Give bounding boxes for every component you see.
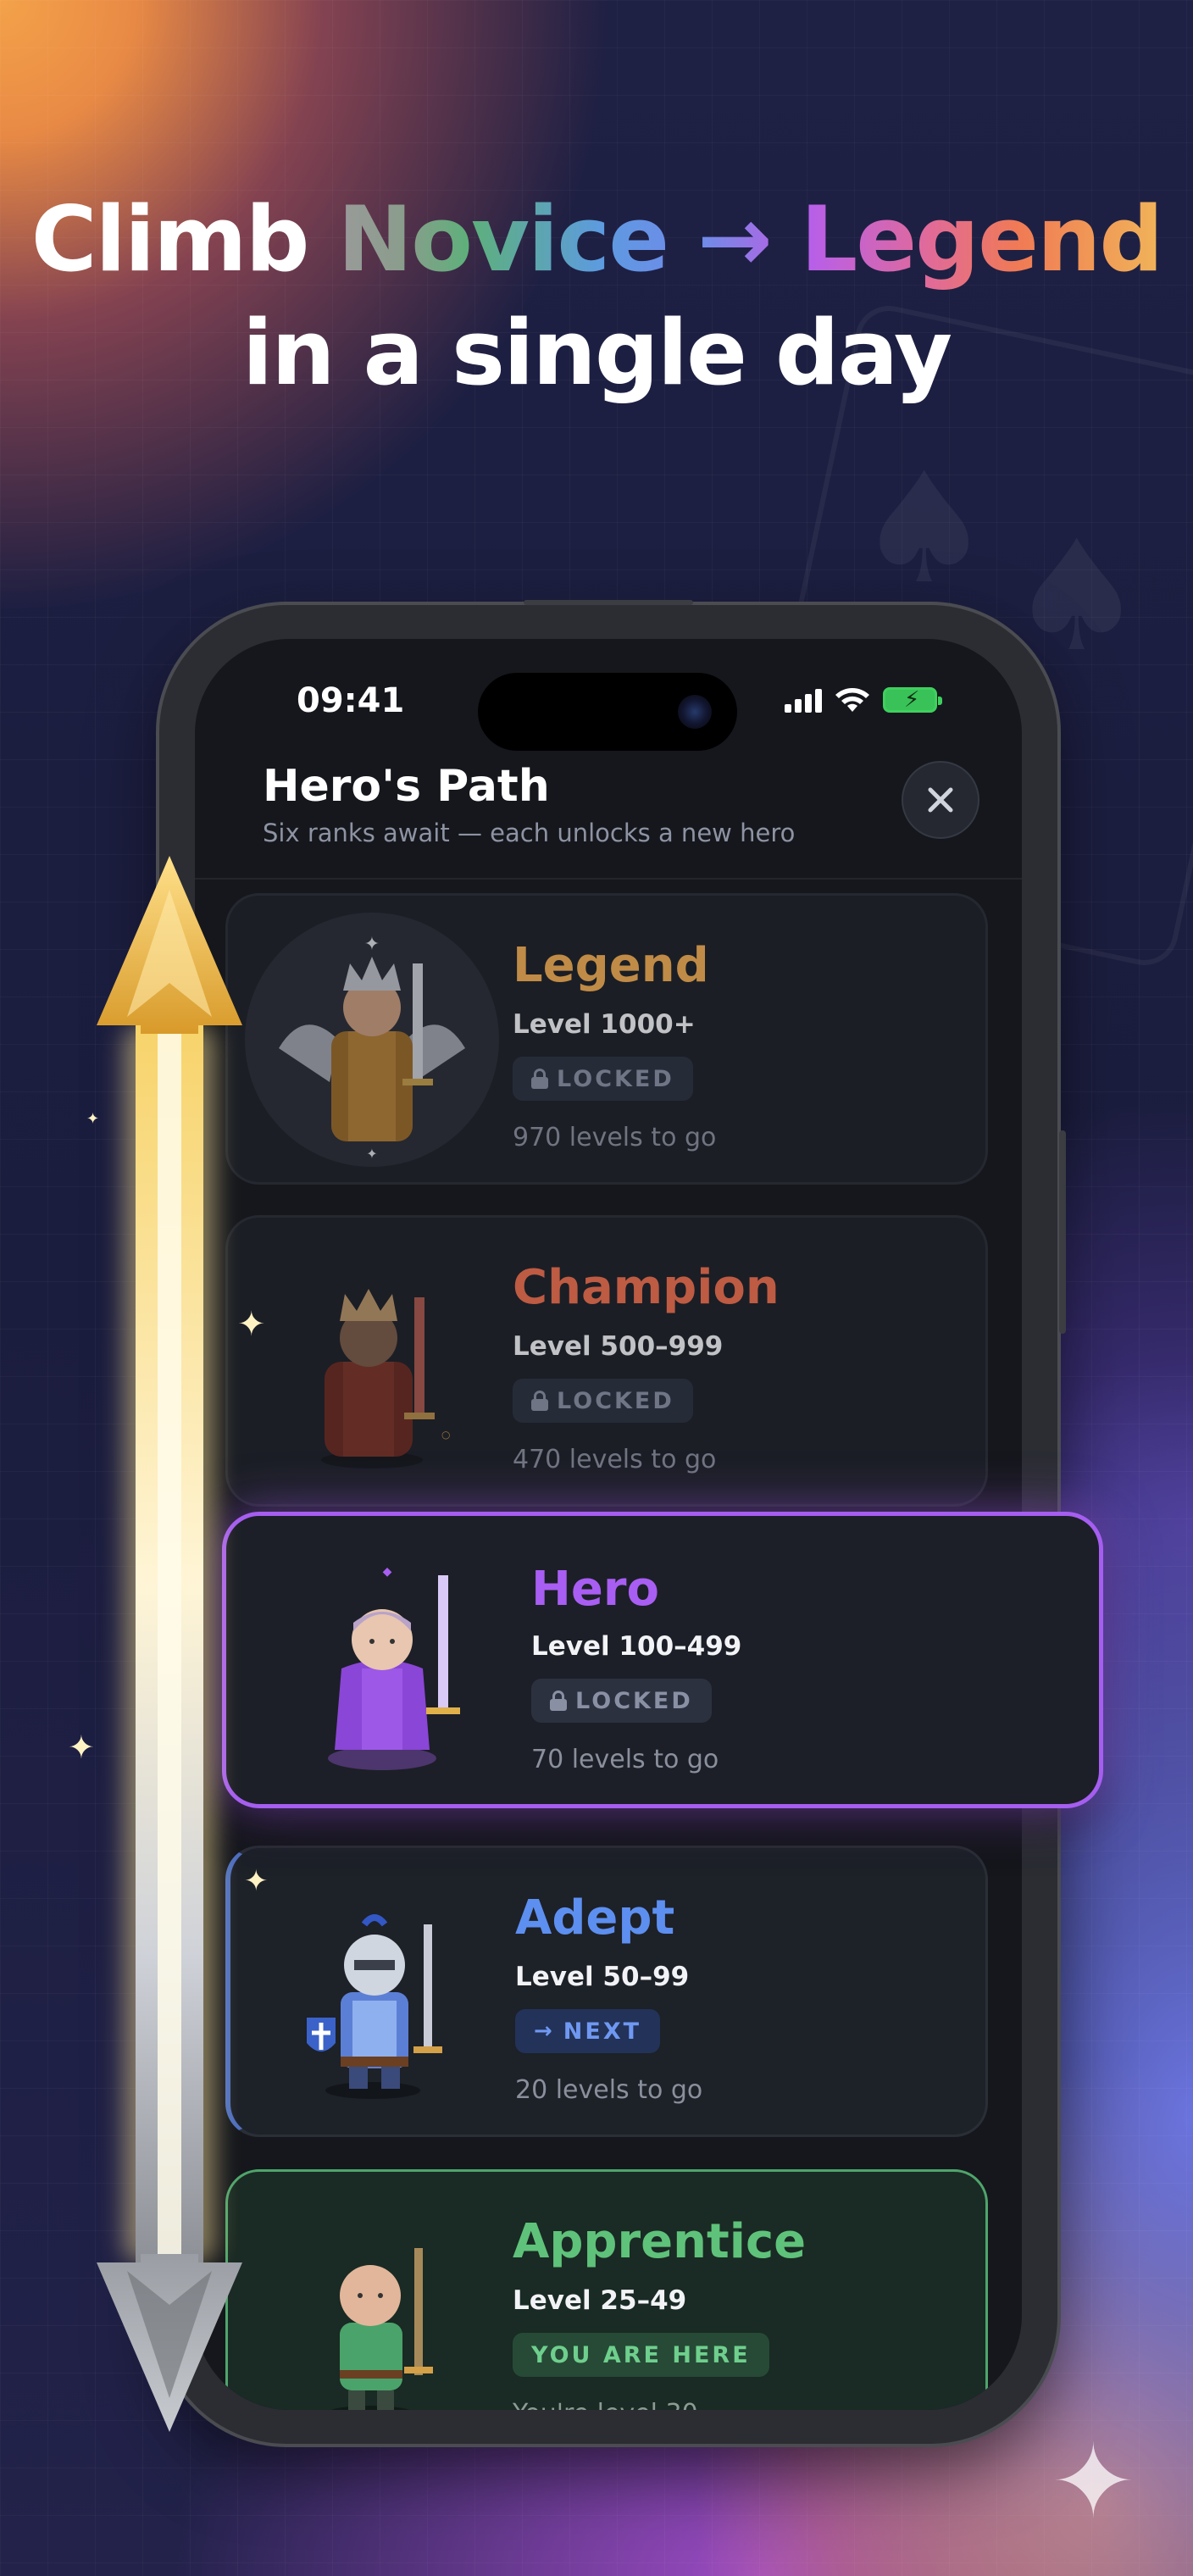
rank-card-champion[interactable]: ○ Champion Level 500–999 LOCKED 470 leve… bbox=[225, 1215, 988, 1507]
rank-name-apprentice: Apprentice bbox=[513, 2214, 807, 2269]
headline-line2: in a single day bbox=[241, 301, 952, 405]
rank-range-champion: Level 500–999 bbox=[513, 1331, 724, 1362]
levels-to-go-adept: 20 levels to go bbox=[515, 2075, 703, 2105]
rank-range-adept: Level 50–99 bbox=[515, 1962, 690, 1992]
levels-to-go-champion: 470 levels to go bbox=[513, 1445, 717, 1474]
phone-top-edge bbox=[524, 600, 693, 605]
battery-icon: ⚡ bbox=[883, 687, 942, 713]
adept-knight-avatar-icon bbox=[290, 1890, 476, 2111]
status-badge-legend: LOCKED bbox=[513, 1057, 693, 1101]
sparkle-icon: ✦ bbox=[86, 1110, 100, 1128]
rank-name-champion: Champion bbox=[513, 1260, 780, 1315]
hero-avatar-icon: ◆ bbox=[294, 1550, 497, 1779]
double-arrow-icon bbox=[97, 856, 242, 2432]
status-bar: 09:41 ⚡ bbox=[195, 639, 1022, 751]
legend-king-avatar-icon: ✦ ✦ bbox=[245, 913, 499, 1167]
sparkle-icon: ✦ bbox=[244, 1864, 269, 1898]
progression-arrow bbox=[85, 856, 254, 2432]
levels-to-go-legend: 970 levels to go bbox=[513, 1123, 717, 1152]
arrow-right-icon: → bbox=[534, 2018, 555, 2044]
svg-text:✦: ✦ bbox=[366, 1146, 377, 1162]
svg-text:✦: ✦ bbox=[364, 934, 380, 955]
status-badge-hero: LOCKED bbox=[531, 1679, 712, 1723]
status-badge-apprentice: YOU ARE HERE bbox=[513, 2333, 769, 2377]
signal-icon bbox=[785, 687, 822, 713]
rank-name-adept: Adept bbox=[515, 1890, 675, 1946]
close-icon bbox=[928, 787, 953, 813]
sparkle-icon: ✦ bbox=[68, 1729, 95, 1766]
headline: Climb Novice → Legend in a single day bbox=[0, 185, 1193, 408]
rank-card-apprentice[interactable]: Apprentice Level 25–49 YOU ARE HERE You'… bbox=[225, 2169, 988, 2410]
current-level-apprentice: You're level 30 bbox=[513, 2399, 698, 2410]
page-title: Hero's Path bbox=[263, 761, 550, 812]
rank-range-hero: Level 100–499 bbox=[531, 1631, 742, 1662]
rank-card-hero[interactable]: ◆ Hero Level 100–499 LOCKED 70 levels to… bbox=[222, 1512, 1103, 1808]
rank-range-legend: Level 1000+ bbox=[513, 1009, 696, 1040]
rank-card-legend[interactable]: ✦ ✦ Legend Level 1000+ LOCKED 970 levels… bbox=[225, 893, 988, 1185]
status-badge-adept: → NEXT bbox=[515, 2009, 661, 2053]
rank-card-adept[interactable]: Adept Level 50–99 → NEXT 20 levels to go bbox=[225, 1846, 988, 2137]
status-time: 09:41 bbox=[297, 681, 405, 720]
champion-avatar-icon: ○ bbox=[287, 1260, 474, 1480]
status-icons: ⚡ bbox=[785, 686, 942, 713]
svg-text:○: ○ bbox=[441, 1429, 450, 1441]
status-badge-champion: LOCKED bbox=[513, 1379, 693, 1423]
rank-range-apprentice: Level 25–49 bbox=[513, 2285, 687, 2316]
apprentice-avatar-icon bbox=[287, 2214, 474, 2410]
wifi-icon bbox=[835, 688, 869, 712]
sparkle-icon: ✦ bbox=[237, 1305, 266, 1344]
phone-side-button bbox=[1059, 1130, 1066, 1334]
lock-icon bbox=[550, 1690, 567, 1711]
sparkle-icon: ✦ bbox=[1051, 2423, 1136, 2541]
rank-name-hero: Hero bbox=[531, 1562, 659, 1617]
dynamic-island bbox=[478, 673, 737, 751]
spade-icon: ♠ bbox=[856, 441, 993, 618]
svg-text:◆: ◆ bbox=[383, 1565, 392, 1579]
lock-icon bbox=[531, 1391, 548, 1411]
lock-icon bbox=[531, 1069, 548, 1089]
rank-name-legend: Legend bbox=[513, 938, 709, 993]
close-button[interactable] bbox=[902, 761, 979, 839]
headline-climb: Climb bbox=[31, 187, 310, 291]
levels-to-go-hero: 70 levels to go bbox=[531, 1745, 719, 1774]
header-divider bbox=[195, 878, 1022, 880]
camera-icon bbox=[678, 695, 712, 729]
headline-arrow: → bbox=[697, 187, 773, 291]
headline-novice: Novice bbox=[337, 187, 669, 291]
headline-legend: Legend bbox=[800, 187, 1164, 291]
page-subtitle: Six ranks await — each unlocks a new her… bbox=[263, 819, 796, 847]
